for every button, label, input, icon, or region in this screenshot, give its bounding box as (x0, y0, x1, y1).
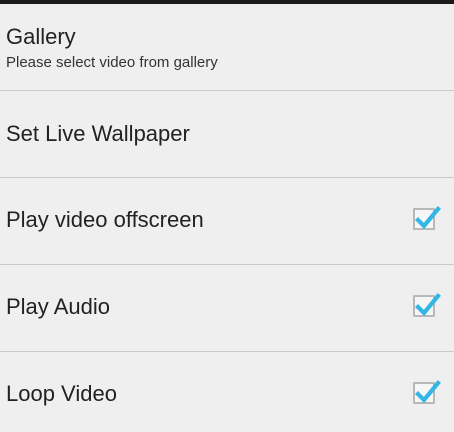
checkmark-icon (415, 206, 441, 230)
loop-video-checkbox[interactable] (413, 380, 441, 404)
loop-video-preference[interactable]: Loop Video (0, 352, 454, 432)
loop-video-title: Loop Video (6, 381, 117, 406)
play-video-offscreen-preference[interactable]: Play video offscreen (0, 178, 454, 265)
checkmark-icon (415, 380, 441, 404)
gallery-summary: Please select video from gallery (6, 54, 218, 71)
play-audio-title: Play Audio (6, 294, 110, 319)
play-audio-preference[interactable]: Play Audio (0, 265, 454, 352)
play-audio-checkbox[interactable] (413, 293, 441, 317)
gallery-preference[interactable]: Gallery Please select video from gallery (0, 4, 454, 91)
gallery-title: Gallery (6, 24, 76, 49)
set-live-wallpaper-title: Set Live Wallpaper (6, 121, 190, 146)
settings-list: Gallery Please select video from gallery… (0, 4, 454, 432)
play-video-offscreen-title: Play video offscreen (6, 207, 204, 232)
play-video-offscreen-checkbox[interactable] (413, 206, 441, 230)
set-live-wallpaper-preference[interactable]: Set Live Wallpaper (0, 91, 454, 178)
checkmark-icon (415, 293, 441, 317)
